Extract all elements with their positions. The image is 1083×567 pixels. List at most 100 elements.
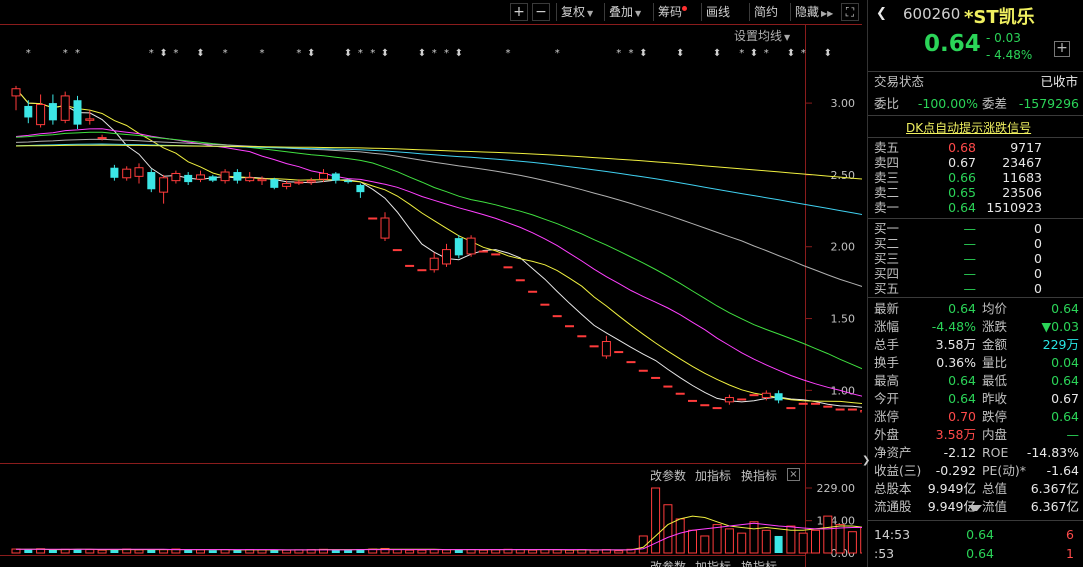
swap-indicator-button[interactable]: 换指标 <box>741 467 777 484</box>
divider <box>868 71 1083 72</box>
stat-label: 涨幅 <box>874 319 900 334</box>
candle-body <box>184 174 193 183</box>
stat-label: 外盘 <box>874 427 900 442</box>
bid-row: 买三 —0 <box>868 251 1083 266</box>
candle-body <box>700 404 710 407</box>
stock-name: *ST凯乐 <box>964 7 1035 28</box>
add-indicator-button-2[interactable]: 加指标 <box>695 558 731 567</box>
candle-body <box>675 392 685 395</box>
swap-indicator-button-2[interactable]: 换指标 <box>741 558 777 567</box>
candle-body <box>319 172 328 180</box>
event-marker: * <box>739 48 744 59</box>
ask-volume: 11683 <box>1002 170 1042 185</box>
edit-params-button-2[interactable]: 改参数 <box>650 558 686 567</box>
tick-price: 0.64 <box>966 546 994 561</box>
volume-bar <box>565 549 574 554</box>
volume-bar <box>761 529 771 554</box>
add-indicator-button[interactable]: 加指标 <box>695 467 731 484</box>
quote-panel: ❮ 600260 *ST凯乐 0.64 - 0.03 - 4.48% + 交易状… <box>867 0 1083 567</box>
stat-value: -4.48% <box>931 319 976 334</box>
stat-value: 3.58万 <box>935 337 976 352</box>
event-marker: ⬍ <box>418 48 426 59</box>
candle-body <box>528 290 538 293</box>
candle-body <box>774 393 783 401</box>
event-marker: ⬍ <box>824 48 832 59</box>
volume-bar <box>835 524 845 554</box>
close-indicator-icon[interactable]: × <box>787 468 800 481</box>
candle-body <box>577 335 587 338</box>
candle-body <box>614 351 624 354</box>
stat-value: 0.67 <box>1051 391 1079 406</box>
stat-label: 最低 <box>982 373 1008 388</box>
volume-bar <box>675 518 685 554</box>
expand-stats-icon[interactable] <box>968 505 982 513</box>
stat-label: 均价 <box>982 301 1008 316</box>
candle-body <box>110 167 119 178</box>
bid-volume: 0 <box>1034 251 1042 266</box>
bid-level-label: 买一 <box>874 221 900 236</box>
committee-ratio-label: 委比 <box>874 96 900 111</box>
add-watchlist-button[interactable]: + <box>1054 41 1070 57</box>
ma10-line <box>15 88 862 404</box>
candle-body <box>761 392 771 399</box>
stat-row: 总股本 9.949亿 总值 6.367亿 <box>868 480 1083 498</box>
tick-time: 14:53 <box>874 527 911 542</box>
event-marker: * <box>555 48 560 59</box>
stat-value: 0.64 <box>948 301 976 316</box>
candle-body <box>356 184 365 193</box>
candle-body <box>503 266 513 269</box>
bid-row: 买一 —0 <box>868 221 1083 236</box>
candle-body <box>454 238 463 256</box>
candle-body <box>552 315 562 318</box>
candle-body <box>823 405 833 408</box>
candle-body <box>638 369 648 372</box>
edit-params-button[interactable]: 改参数 <box>650 467 686 484</box>
stat-value: -2.12 <box>943 445 976 460</box>
stat-value: 0.64 <box>948 391 976 406</box>
candle-body <box>847 408 857 411</box>
stat-value: 6.367亿 <box>1030 499 1079 514</box>
stat-value: 0.64 <box>1051 409 1079 424</box>
bid-level-label: 买四 <box>874 266 900 281</box>
candle-body <box>73 100 82 125</box>
event-marker: ⬍ <box>159 48 167 59</box>
ask-level-label: 卖四 <box>874 155 900 170</box>
volume-bar <box>491 549 501 554</box>
stat-label: 金额 <box>982 337 1008 352</box>
collapse-arrow-icon[interactable]: ❮ <box>876 6 887 21</box>
stat-value: 0.36% <box>936 355 976 370</box>
volume-ma10-line <box>16 522 862 551</box>
committee-diff-value: -1579296 <box>1018 96 1079 111</box>
candle-body <box>344 180 353 183</box>
volume-bar <box>724 528 734 554</box>
stat-row: 总手 3.58万 金额 229万 <box>868 336 1083 354</box>
volume-bar <box>589 549 599 554</box>
bid-row: 买五 —0 <box>868 281 1083 296</box>
candle-body <box>220 171 230 182</box>
event-marker: * <box>358 48 363 59</box>
tick-price: 0.64 <box>966 527 994 542</box>
volume-bar <box>749 521 759 554</box>
candle-body <box>786 407 796 410</box>
stat-label: 净资产 <box>874 445 912 460</box>
candle-body <box>257 178 267 182</box>
stat-label: 换手 <box>874 355 900 370</box>
dk-signal-link[interactable]: DK点自动提示涨跌信号 <box>906 119 1031 136</box>
candle-body <box>380 217 390 239</box>
volume-bar <box>184 549 193 553</box>
event-marker: ⬍ <box>307 48 315 59</box>
volume-bar <box>811 529 820 554</box>
volume-bar <box>798 532 808 554</box>
event-marker: * <box>764 48 769 59</box>
candle-body <box>712 407 722 410</box>
ask-level-label: 卖二 <box>874 185 900 200</box>
event-marker: * <box>75 48 80 59</box>
candle-body <box>392 249 402 252</box>
divider <box>868 137 1083 138</box>
event-marker: ⬍ <box>639 48 647 59</box>
kline-chart[interactable]: 3.002.502.001.501.00* * * * ⬍ * ⬍ * * * ⬍ ⬍ * * ⬍ ⬍ * * ⬍ *… <box>0 0 862 567</box>
event-marker: ⬍ <box>196 48 204 59</box>
volume-bar <box>478 549 488 554</box>
committee-row: 委比 -100.00% 委差 -1579296 <box>868 95 1083 113</box>
panel-toggle-icon[interactable]: ❯ <box>862 455 870 466</box>
